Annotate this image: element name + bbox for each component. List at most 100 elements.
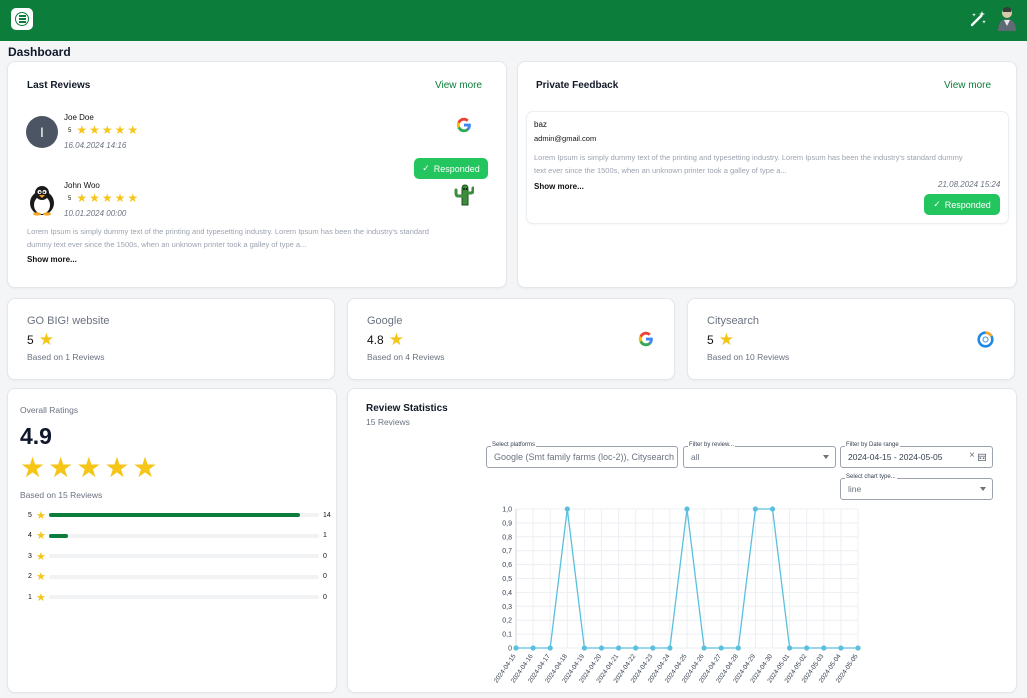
y-tick-label: 0,6: [502, 562, 512, 569]
y-tick-label: 1,0: [502, 507, 512, 514]
data-point: [804, 645, 810, 651]
platforms-select[interactable]: Select platforms Google (Smt family farm…: [486, 442, 678, 468]
user-avatar-icon[interactable]: [995, 6, 1019, 32]
source-card-citysearch[interactable]: Citysearch 5 ★ Based on 10 Reviews: [688, 299, 1014, 379]
page-title: Dashboard: [8, 45, 71, 59]
rating-bar-track: [49, 595, 319, 599]
star-icon: ★: [38, 330, 54, 349]
data-point: [616, 645, 622, 651]
data-point: [684, 506, 690, 512]
y-tick-label: 0,7: [502, 548, 512, 555]
source-name: GO BIG! website: [27, 315, 110, 327]
calendar-icon[interactable]: [978, 453, 986, 461]
check-icon: ✓: [933, 199, 941, 209]
citysearch-icon: [977, 331, 994, 348]
field-value: line: [848, 484, 862, 494]
rating-bar-stars: 3: [28, 552, 32, 560]
star-icon: ★: [101, 191, 113, 205]
magic-wand-icon[interactable]: [969, 10, 987, 28]
star-icon: ★: [132, 452, 158, 483]
review-filter-select[interactable]: Filter by review... all: [683, 442, 836, 468]
field-label: Filter by Date range: [845, 442, 900, 448]
review-statistics-chart: 00,10,20,30,40,50,60,70,80,91,02024-04-1…: [493, 506, 861, 684]
star-icon: ★: [76, 452, 102, 483]
chevron-down-icon: [823, 455, 829, 459]
source-card-google[interactable]: Google 4.8 ★ Based on 4 Reviews: [348, 299, 674, 379]
feedback-item: baz admin@gmail.com Lorem Ipsum is simpl…: [527, 112, 1008, 223]
view-more-link[interactable]: View more: [435, 80, 482, 91]
field-value: 2024-04-15 - 2024-05-05: [848, 452, 943, 462]
rating-bar-count: 14: [323, 511, 331, 519]
rating-bar-row: 1 ★ 0: [28, 591, 333, 604]
source-review-count: Based on 10 Reviews: [707, 352, 790, 362]
data-point: [735, 645, 741, 651]
review-text-line: dummy text ever since the 1500s, when an…: [27, 239, 307, 249]
overall-value: 4.9: [20, 423, 52, 449]
data-point: [838, 645, 844, 651]
show-more-link[interactable]: Show more...: [27, 255, 77, 264]
source-rating: 4.8 ★: [367, 331, 404, 348]
rating-bar-track: [49, 554, 319, 558]
field-value: all: [691, 452, 700, 462]
cactus-icon: [454, 184, 474, 206]
source-card-gobig[interactable]: GO BIG! website 5 ★ Based on 1 Reviews: [8, 299, 334, 379]
data-point: [547, 645, 553, 651]
view-more-link[interactable]: View more: [944, 80, 991, 91]
feedback-name: baz: [534, 120, 547, 129]
rating-bar-count: 0: [323, 593, 327, 601]
y-tick-label: 0,1: [502, 632, 512, 639]
private-feedback-card: Private Feedback View more baz admin@gma…: [518, 62, 1016, 287]
source-review-count: Based on 1 Reviews: [27, 352, 105, 362]
rating-bar-stars: 2: [28, 573, 32, 580]
star-icon: ★: [89, 123, 100, 137]
data-point: [581, 645, 587, 651]
review-date: 16.04.2024 14:16: [64, 141, 127, 150]
star-icon: ★: [36, 591, 46, 604]
data-point: [718, 645, 724, 651]
star-icon: ★: [104, 452, 130, 483]
last-reviews-card: Last Reviews View more I Joe Doe 5 ★ ★ ★ ★ ★…: [8, 62, 506, 287]
top-bar: [0, 0, 1027, 41]
clear-icon[interactable]: ×: [969, 450, 975, 461]
responded-badge[interactable]: ✓ Responded: [924, 194, 1000, 215]
y-tick-label: 0,3: [502, 604, 512, 611]
star-icon: ★: [718, 330, 734, 349]
rating-bar-track: [49, 533, 319, 538]
data-point: [633, 645, 639, 651]
rating-value: 5: [27, 333, 34, 347]
data-point: [787, 645, 793, 651]
show-more-link[interactable]: Show more...: [534, 182, 584, 191]
rating-bar-count: 0: [323, 552, 327, 560]
rating-bar-count: 0: [323, 573, 327, 580]
feedback-text-line: text ever since the 1500s, when an unkno…: [534, 165, 787, 175]
source-rating: 5 ★: [27, 330, 54, 349]
review-text: Lorem Ipsum is simply dummy text of the …: [27, 226, 487, 251]
star-icon: ★: [36, 530, 46, 542]
rating-bar-row: 3 ★ 0: [28, 550, 333, 563]
data-point: [598, 645, 605, 651]
date-range-input[interactable]: Filter by Date range 2024-04-15 - 2024-0…: [840, 442, 993, 468]
data-point: [752, 506, 758, 512]
check-icon: ✓: [422, 163, 430, 173]
rating-value: 5: [707, 333, 714, 347]
rating-value: 4.8: [367, 333, 384, 347]
source-name: Citysearch: [707, 315, 759, 327]
y-tick-label: 0,2: [502, 618, 512, 625]
rating-bar-fill: [49, 513, 301, 517]
chevron-down-icon: [980, 487, 986, 491]
overall-stars: ★ ★ ★ ★ ★: [20, 453, 158, 483]
rating-bar-count: 1: [323, 532, 327, 539]
menu-icon[interactable]: [11, 8, 33, 30]
overall-ratings-card: Overall Ratings 4.9 ★ ★ ★ ★ ★ Based on 15 Re…: [8, 389, 336, 692]
star-icon: ★: [114, 123, 126, 137]
review-statistics-card: Review Statistics 15 Reviews Select plat…: [348, 389, 1016, 692]
overall-review-count: Based on 15 Reviews: [20, 490, 103, 500]
chart-type-select[interactable]: Select chart type... line: [840, 474, 993, 500]
feedback-text-line: Lorem Ipsum is simply dummy text of the …: [534, 153, 963, 162]
responded-badge[interactable]: ✓ Responded: [414, 158, 488, 179]
card-title: Review Statistics: [366, 403, 448, 414]
star-icon: ★: [89, 191, 100, 205]
field-value: Google (Smt family farms (loc-2)), Citys…: [494, 452, 675, 462]
star-icon: ★: [127, 191, 139, 205]
reviewer-avatar: [30, 186, 54, 216]
